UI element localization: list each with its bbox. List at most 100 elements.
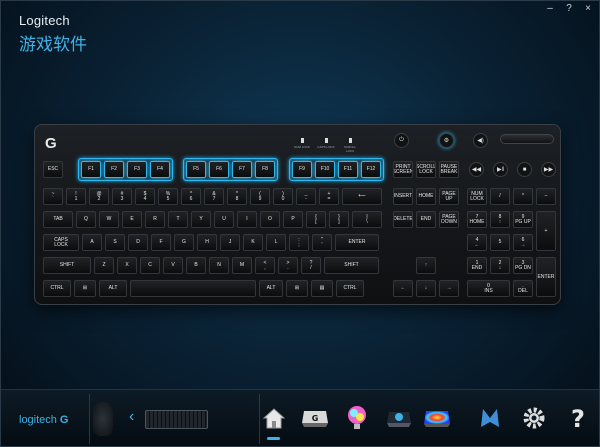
key-numpad-row3-1[interactable]: 5	[490, 234, 510, 251]
key-arrow-left[interactable]: ←	[393, 280, 413, 297]
key-f11[interactable]: F11	[338, 161, 358, 178]
lighting-icon[interactable]	[342, 403, 372, 433]
key-alt-right[interactable]: ALT	[259, 280, 283, 297]
key-f8[interactable]: F8	[255, 161, 275, 178]
key-num-row-10[interactable]: ) 0	[273, 188, 293, 205]
key-scroll-lock[interactable]: SCROLL LOCK	[416, 161, 436, 178]
key-e[interactable]: E	[122, 211, 142, 228]
key-m[interactable]: M	[232, 257, 252, 274]
key-space[interactable]	[130, 280, 256, 297]
key-s[interactable]: S	[105, 234, 125, 251]
key-arrow-right[interactable]: →	[439, 280, 459, 297]
key-alt-left[interactable]: ALT	[99, 280, 127, 297]
key-d[interactable]: D	[128, 234, 148, 251]
play-pause-button[interactable]: ▶‖	[493, 162, 508, 177]
key-num-row-5[interactable]: % 5	[158, 188, 178, 205]
key-f[interactable]: F	[151, 234, 171, 251]
key-l[interactable]: L	[266, 234, 286, 251]
key-ctrl-right[interactable]: CTRL	[336, 280, 364, 297]
key-numpad-row2-2[interactable]: 9 PG UP	[513, 211, 533, 228]
key-arrow-up[interactable]: ↑	[416, 257, 436, 274]
chevron-left-icon[interactable]: ‹	[129, 408, 134, 426]
key-numpad-row2-0[interactable]: 7 HOME	[467, 211, 487, 228]
key-numpad-row4-1[interactable]: 2 ↓	[490, 257, 510, 274]
key-symbol[interactable]: ? /	[301, 257, 321, 274]
key-numpad-row4-0[interactable]: 1 END	[467, 257, 487, 274]
key-windows-right[interactable]: ⊞	[286, 280, 308, 297]
heatmap-icon[interactable]	[422, 403, 452, 433]
key-caps-lock[interactable]: CAPS LOCK	[43, 234, 79, 251]
key-numpad-row2-1[interactable]: 8 ↑	[490, 211, 510, 228]
key-numpad-0[interactable]: 0 INS	[467, 280, 510, 297]
key-numpad-3[interactable]: –	[536, 188, 556, 205]
key-num-row-8[interactable]: * 8	[227, 188, 247, 205]
volume-roller[interactable]	[500, 134, 554, 144]
key-n[interactable]: N	[209, 257, 229, 274]
key-num-row-3[interactable]: # 3	[112, 188, 132, 205]
key-f10[interactable]: F10	[315, 161, 335, 178]
minimize-button[interactable]: –	[545, 4, 555, 14]
key-arrow-down[interactable]: ↓	[416, 280, 436, 297]
key-x[interactable]: X	[117, 257, 137, 274]
key-num-row-7[interactable]: & 7	[204, 188, 224, 205]
key-num-row-1[interactable]: ! 1	[66, 188, 86, 205]
key-insert[interactable]: INSERT	[393, 188, 413, 205]
key-num-row-12[interactable]: + =	[319, 188, 339, 205]
key-f7[interactable]: F7	[232, 161, 252, 178]
key-esc[interactable]: ESC	[43, 161, 63, 178]
key-numpad-0[interactable]: NUM LOCK	[467, 188, 487, 205]
key-u[interactable]: U	[214, 211, 234, 228]
key-f4[interactable]: F4	[150, 161, 170, 178]
key-backspace[interactable]: ⟵	[342, 188, 382, 205]
mute-button[interactable]: ◀)	[473, 133, 488, 148]
key-r[interactable]: R	[145, 211, 165, 228]
key-f1[interactable]: F1	[81, 161, 101, 178]
backlight-button[interactable]: ⏻	[394, 133, 409, 148]
key-numpad-row3-2[interactable]: 6 →	[513, 234, 533, 251]
key-pause-break[interactable]: PAUSE BREAK	[439, 161, 459, 178]
logitech-g-icon[interactable]	[475, 403, 505, 433]
key-num-row-0[interactable]: ~ `	[43, 188, 63, 205]
key-a[interactable]: A	[82, 234, 102, 251]
key-y[interactable]: Y	[191, 211, 211, 228]
key-numpad-plus[interactable]: +	[536, 211, 556, 251]
key-menu[interactable]: ▤	[311, 280, 333, 297]
key-delete[interactable]: DELETE	[393, 211, 413, 228]
key-f9[interactable]: F9	[292, 161, 312, 178]
key-j[interactable]: J	[220, 234, 240, 251]
close-button[interactable]: ×	[583, 4, 593, 14]
help-button[interactable]: ?	[564, 4, 574, 14]
key-k[interactable]: K	[243, 234, 263, 251]
key-symbol[interactable]: | \	[352, 211, 382, 228]
key-i[interactable]: I	[237, 211, 257, 228]
key-o[interactable]: O	[260, 211, 280, 228]
key-numpad-2[interactable]: *	[513, 188, 533, 205]
key-p[interactable]: P	[283, 211, 303, 228]
key-f3[interactable]: F3	[127, 161, 147, 178]
key-b[interactable]: B	[186, 257, 206, 274]
key-numpad-row3-0[interactable]: 4 ←	[467, 234, 487, 251]
key-enter[interactable]: ENTER	[335, 234, 379, 251]
g-key-icon[interactable]: G	[300, 403, 330, 433]
key-t[interactable]: T	[168, 211, 188, 228]
key-numpad-enter[interactable]: ENTER	[536, 257, 556, 297]
key-symbol[interactable]: " '	[312, 234, 332, 251]
key-f5[interactable]: F5	[186, 161, 206, 178]
key-f2[interactable]: F2	[104, 161, 124, 178]
key-home[interactable]: HOME	[416, 188, 436, 205]
key-numpad-1[interactable]: /	[490, 188, 510, 205]
next-track-button[interactable]: ▶▶	[541, 162, 556, 177]
key-num-row-9[interactable]: ( 9	[250, 188, 270, 205]
key-symbol[interactable]: < ,	[255, 257, 275, 274]
key-c[interactable]: C	[140, 257, 160, 274]
mouse-device-thumbnail[interactable]	[93, 402, 113, 436]
key-page-up[interactable]: PAGE UP	[439, 188, 459, 205]
key-end[interactable]: END	[416, 211, 436, 228]
key-z[interactable]: Z	[94, 257, 114, 274]
home-icon[interactable]	[259, 403, 289, 433]
key-num-row-6[interactable]: ^ 6	[181, 188, 201, 205]
key-g[interactable]: G	[174, 234, 194, 251]
key-num-row-11[interactable]: _ -	[296, 188, 316, 205]
key-shift-left[interactable]: SHIFT	[43, 257, 91, 274]
key-print-screen[interactable]: PRINT SCREEN	[393, 161, 413, 178]
